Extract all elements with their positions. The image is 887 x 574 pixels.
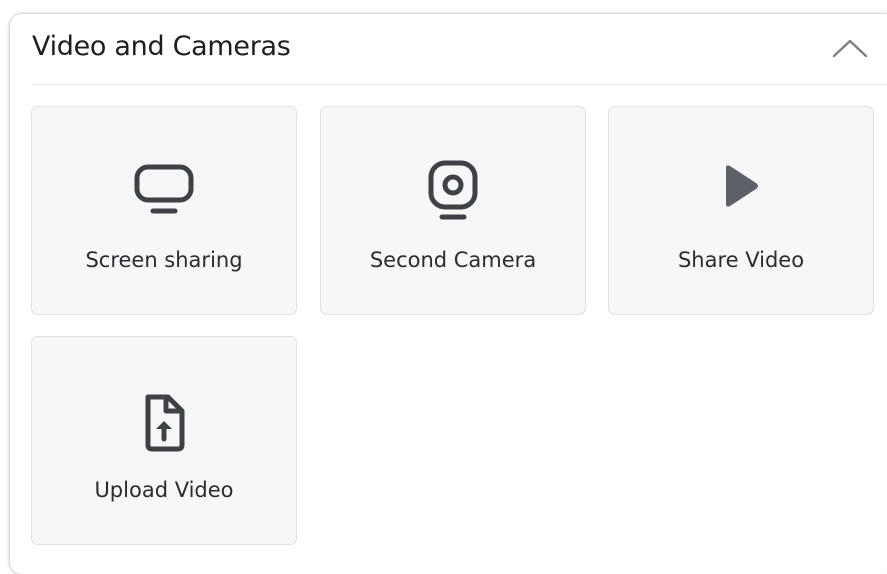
panel-title: Video and Cameras	[32, 31, 291, 62]
play-icon	[726, 165, 758, 207]
collapse-button[interactable]	[822, 30, 878, 66]
file-upload-icon	[145, 394, 185, 452]
second-camera-tile[interactable]: Second Camera	[320, 106, 586, 315]
upload-video-tile[interactable]: Upload Video	[31, 336, 297, 545]
tile-label: Second Camera	[369, 248, 537, 272]
tile-label: Screen sharing	[85, 248, 243, 272]
panel-header[interactable]: Video and Cameras	[10, 14, 887, 84]
screen-sharing-tile[interactable]: Screen sharing	[31, 106, 297, 315]
monitor-icon	[134, 164, 194, 214]
header-divider	[32, 84, 887, 85]
webcam-icon	[428, 160, 478, 220]
chevron-up-icon	[832, 39, 868, 58]
video-and-cameras-panel: Video and Cameras Screen sharing Second …	[10, 14, 887, 574]
share-video-tile[interactable]: Share Video	[608, 106, 874, 315]
tile-label: Upload Video	[94, 478, 234, 502]
tile-label: Share Video	[677, 248, 805, 272]
